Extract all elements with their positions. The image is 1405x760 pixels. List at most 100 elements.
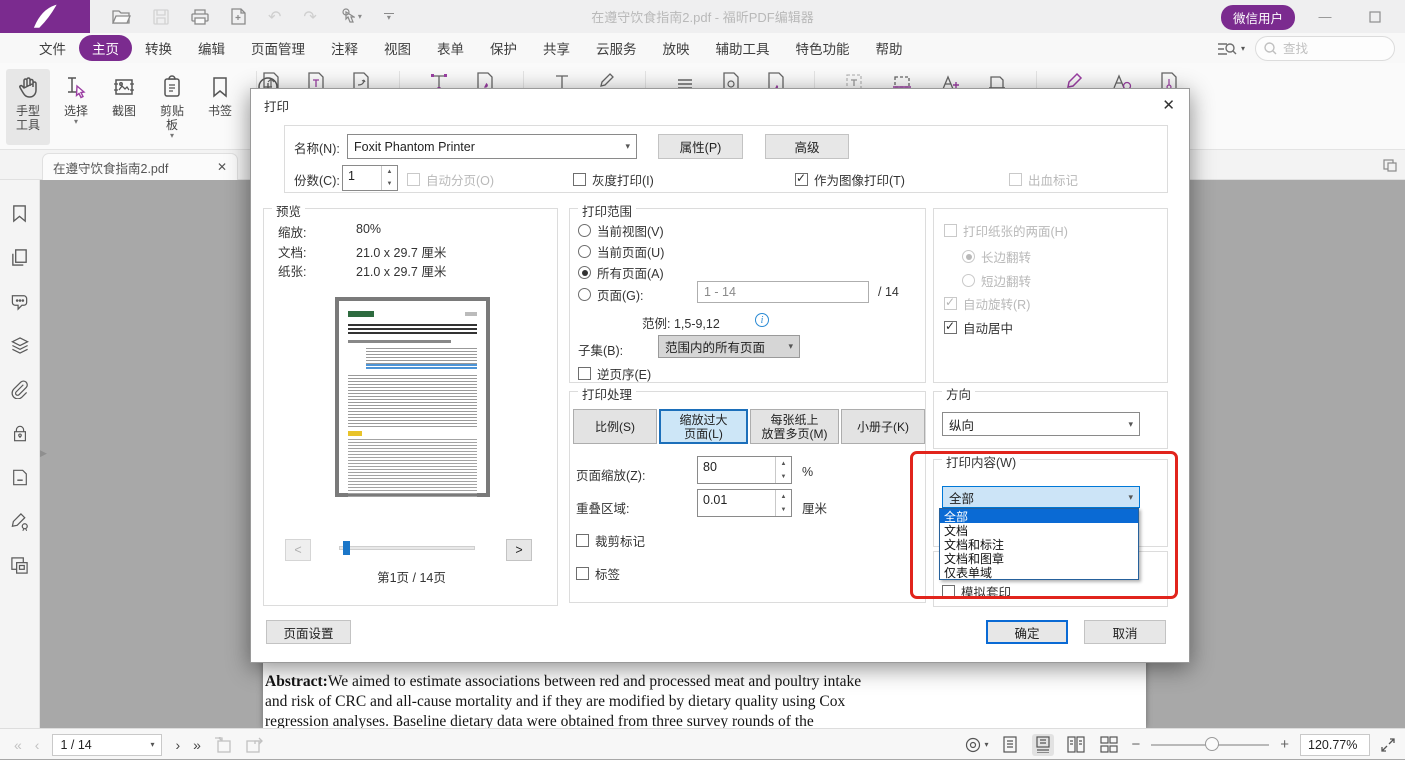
page-setup-button[interactable]: 页面设置 (266, 620, 351, 644)
menu-slideshow[interactable]: 放映 (650, 35, 703, 61)
page-scale-spinner[interactable]: 80 ▲▼ (697, 456, 792, 484)
print-content-select[interactable]: 全部▾ (942, 486, 1140, 508)
undo-icon[interactable]: ↶ (268, 7, 281, 27)
next-view-icon[interactable] (245, 737, 263, 753)
dropdown-option-all[interactable]: 全部 (940, 509, 1138, 523)
preview-page-slider[interactable] (339, 546, 475, 550)
touch-mode-icon[interactable]: ▾ (339, 8, 362, 25)
facing-continuous-view-icon[interactable] (1098, 734, 1120, 756)
scale-tab[interactable]: 比例(S) (573, 409, 657, 444)
prev-page-icon[interactable]: ‹ (35, 737, 40, 753)
tool-select[interactable]: 选择 ▾ (54, 69, 98, 145)
auto-center-checkbox[interactable]: 自动居中 (944, 318, 1013, 337)
bookmarks-panel-icon[interactable] (10, 204, 29, 223)
attachments-panel-icon[interactable] (10, 380, 29, 399)
next-page-icon[interactable]: › (175, 737, 180, 753)
print-as-image-checkbox[interactable]: 作为图像打印(T) (795, 170, 905, 189)
dropdown-option-doc-markups[interactable]: 文档和标注 (940, 537, 1138, 551)
properties-button[interactable]: 属性(P) (658, 134, 743, 159)
pages-range-input[interactable]: 1 - 14 (697, 281, 869, 303)
preview-next-button[interactable]: > (506, 539, 532, 561)
facing-view-icon[interactable] (1065, 734, 1087, 756)
dropdown-option-doc-stamps[interactable]: 文档和图章 (940, 551, 1138, 565)
menu-convert[interactable]: 转换 (132, 35, 185, 61)
last-page-icon[interactable]: » (193, 737, 201, 753)
layers-panel-icon[interactable] (10, 336, 30, 355)
menu-accessibility[interactable]: 辅助工具 (703, 35, 783, 61)
menu-view[interactable]: 视图 (371, 35, 424, 61)
spin-down-icon[interactable]: ▼ (776, 503, 791, 516)
search-input[interactable] (1283, 42, 1373, 56)
open-file-icon[interactable] (112, 9, 131, 25)
zoom-out-icon[interactable]: − (1131, 736, 1140, 753)
multiple-per-sheet-tab[interactable]: 每张纸上 放置多页(M) (750, 409, 839, 444)
zoom-in-icon[interactable]: + (1280, 736, 1289, 753)
copies-spinner[interactable]: 1 ▲▼ (342, 165, 398, 191)
spin-up-icon[interactable]: ▲ (776, 490, 791, 503)
advanced-button[interactable]: 高级 (765, 134, 849, 159)
menu-share[interactable]: 共享 (530, 35, 583, 61)
dialog-close-icon[interactable]: ✕ (1162, 96, 1175, 114)
redo-icon[interactable]: ↷ (303, 7, 316, 27)
menu-cloud[interactable]: 云服务 (583, 35, 650, 61)
menu-file[interactable]: 文件 (26, 35, 79, 61)
reverse-pages-checkbox[interactable]: 逆页序(E) (578, 364, 651, 383)
grayscale-checkbox[interactable]: 灰度打印(I) (573, 170, 654, 189)
long-edge-radio[interactable]: 长边翻转 (962, 247, 1031, 266)
spin-down-icon[interactable]: ▼ (382, 178, 397, 190)
menu-form[interactable]: 表单 (424, 35, 477, 61)
slider-handle[interactable] (343, 541, 350, 555)
dropdown-option-form-fields[interactable]: 仅表单域 (940, 565, 1138, 579)
tool-hand[interactable]: 手型工具 (6, 69, 50, 145)
printer-name-select[interactable]: Foxit Phantom Printer▾ (347, 134, 637, 159)
comments-panel-icon[interactable] (10, 292, 30, 311)
customize-toolbar-icon[interactable]: ▾ (384, 13, 394, 21)
booklet-tab[interactable]: 小册子(K) (841, 409, 925, 444)
user-badge[interactable]: 微信用户 (1221, 5, 1295, 30)
menu-home[interactable]: 主页 (79, 35, 132, 61)
menu-protect[interactable]: 保护 (477, 35, 530, 61)
radio-current-view[interactable]: 当前视图(V) (578, 221, 664, 240)
stamps-panel-icon[interactable] (10, 556, 29, 575)
panel-expand-handle[interactable]: ▶ (40, 442, 50, 464)
pages-panel-icon[interactable] (10, 248, 29, 267)
search-box[interactable] (1255, 36, 1395, 61)
app-logo[interactable] (0, 0, 90, 33)
radio-all-pages[interactable]: 所有页面(A) (578, 263, 664, 282)
spin-down-icon[interactable]: ▼ (776, 470, 791, 483)
tool-clipboard[interactable]: 剪贴板 ▾ (150, 69, 194, 145)
minimize-button[interactable]: — (1305, 0, 1345, 33)
rotate-view-icon[interactable]: ▾ (965, 737, 988, 753)
collate-checkbox[interactable]: 自动分页(O) (407, 170, 494, 189)
dropdown-option-document[interactable]: 文档 (940, 523, 1138, 537)
tool-bookmark[interactable]: 书签 (198, 69, 242, 145)
radio-current-page[interactable]: 当前页面(U) (578, 242, 664, 261)
radio-pages[interactable]: 页面(G): (578, 285, 644, 304)
zoom-slider[interactable] (1151, 744, 1269, 746)
signature-panel-icon[interactable] (10, 512, 30, 531)
crop-marks-checkbox[interactable]: 裁剪标记 (576, 531, 645, 550)
info-icon[interactable]: i (755, 313, 769, 327)
print-icon[interactable] (191, 9, 209, 25)
security-panel-icon[interactable] (11, 424, 29, 443)
single-page-view-icon[interactable] (999, 734, 1021, 756)
simulate-overprint-checkbox[interactable]: 模拟套印 (942, 582, 1011, 601)
fullscreen-icon[interactable] (1381, 738, 1395, 752)
labels-checkbox[interactable]: 标签 (576, 564, 620, 583)
short-edge-radio[interactable]: 短边翻转 (962, 271, 1031, 290)
overlap-spinner[interactable]: 0.01 ▲▼ (697, 489, 792, 517)
save-icon[interactable] (153, 9, 169, 25)
tool-snapshot[interactable]: 截图 (102, 69, 146, 145)
ok-button[interactable]: 确定 (986, 620, 1068, 644)
previous-view-icon[interactable] (214, 737, 232, 753)
both-sides-checkbox[interactable]: 打印纸张的两面(H) (944, 221, 1068, 240)
zoom-slider-handle[interactable] (1205, 737, 1219, 751)
maximize-button[interactable] (1355, 0, 1395, 33)
new-doc-icon[interactable] (231, 8, 246, 25)
preview-prev-button[interactable]: < (285, 539, 311, 561)
spin-up-icon[interactable]: ▲ (776, 457, 791, 470)
tab-close-icon[interactable]: ✕ (217, 160, 227, 174)
first-page-icon[interactable]: « (14, 737, 22, 753)
orientation-select[interactable]: 纵向▾ (942, 412, 1140, 436)
fit-oversized-tab[interactable]: 缩放过大 页面(L) (659, 409, 748, 444)
